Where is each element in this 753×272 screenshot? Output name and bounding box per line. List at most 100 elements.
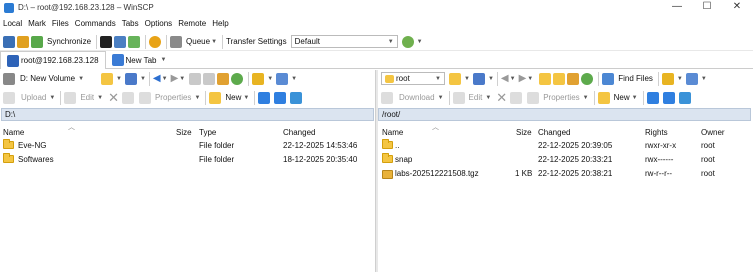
col-name[interactable]: Name [382, 128, 403, 137]
parent-dir-icon[interactable] [189, 72, 202, 85]
refresh-icon[interactable] [231, 72, 244, 85]
table-row[interactable]: .. 22-12-2025 20:39:05 rwxr-xr-x root [378, 139, 753, 153]
upload-button[interactable]: Upload ▼ [17, 90, 57, 106]
col-owner[interactable]: Owner [701, 128, 725, 137]
local-remote-icon[interactable] [3, 35, 15, 48]
chevron-down-icon[interactable]: ▼ [677, 76, 683, 82]
back-icon[interactable]: ◀ [153, 73, 161, 84]
local-drive-select[interactable]: D: New Volume ▼ [17, 72, 95, 85]
filter-select-icon[interactable] [678, 91, 691, 104]
menu-commands[interactable]: Commands [75, 19, 116, 28]
parent-dir-icon[interactable] [539, 72, 552, 85]
minus-icon[interactable] [274, 91, 287, 104]
compare-icon[interactable] [31, 35, 43, 48]
maximize-button[interactable]: ☐ [692, 0, 722, 16]
table-row[interactable]: Softwares File folder 18-12-2025 20:35:4… [0, 153, 375, 167]
back-icon[interactable]: ◀ [501, 73, 509, 84]
menu-local[interactable]: Local [3, 19, 22, 28]
tab-new[interactable]: New Tab ▼ [106, 52, 173, 69]
edit-button[interactable]: Edit ▼ [467, 90, 494, 106]
remote-dir-select[interactable]: root ▼ [381, 72, 445, 85]
chevron-down-icon[interactable]: ▼ [417, 39, 423, 45]
refresh-icon[interactable] [128, 35, 141, 48]
chevron-down-icon[interactable]: ▼ [267, 76, 273, 82]
plus-icon[interactable] [646, 91, 659, 104]
col-changed[interactable]: Changed [538, 128, 570, 137]
view-icon[interactable] [276, 72, 289, 85]
properties-button[interactable]: Properties ▼ [153, 90, 202, 106]
menu-mark[interactable]: Mark [28, 19, 46, 28]
chevron-down-icon[interactable]: ▼ [464, 76, 470, 82]
download-button[interactable]: Download ▼ [395, 90, 446, 106]
remote-column-headers: ︿ Name Size Changed Rights Owner [378, 124, 753, 139]
home-icon[interactable] [567, 72, 580, 85]
new-button[interactable]: New ▼ [612, 90, 640, 106]
find-files-button[interactable]: Find Files [616, 71, 655, 87]
root-dir-icon[interactable] [203, 72, 216, 85]
col-size[interactable]: Size [176, 128, 192, 137]
divider [642, 90, 644, 105]
close-button[interactable]: ✕ [722, 0, 752, 16]
tab-session[interactable]: root@192.168.23.128 [0, 51, 106, 69]
queue-button[interactable]: Queue ▼ [184, 34, 219, 50]
remote-panel: root ▼ ▼ ▼ ◀ ▼ ▶ ▼ Find Files ▼ ▼ Download ▼… [378, 70, 753, 272]
col-size[interactable]: Size [516, 128, 532, 137]
chevron-down-icon[interactable]: ▼ [179, 76, 185, 82]
col-type[interactable]: Type [199, 128, 216, 137]
transfer-settings-select[interactable]: Default ▼ [290, 35, 398, 48]
bookmarks-icon[interactable] [252, 72, 265, 85]
putty-icon[interactable] [114, 35, 127, 48]
delete-icon[interactable]: ✕ [108, 90, 119, 106]
chevron-down-icon[interactable]: ▼ [527, 76, 533, 82]
col-name[interactable]: Name [3, 128, 24, 137]
chevron-down-icon[interactable]: ▼ [162, 76, 168, 82]
filter-icon[interactable] [472, 72, 485, 85]
filter-icon[interactable] [124, 72, 137, 85]
filter-select-icon[interactable] [290, 91, 303, 104]
gear-icon[interactable] [149, 35, 162, 48]
col-rights[interactable]: Rights [645, 128, 668, 137]
table-row[interactable]: labs-202512221508.tgz 1 KB 22-12-2025 20… [378, 167, 753, 181]
sync-browse-icon[interactable] [17, 35, 29, 48]
chevron-down-icon[interactable]: ▼ [140, 76, 146, 82]
chevron-down-icon[interactable]: ▼ [510, 76, 516, 82]
root-dir-icon[interactable] [553, 72, 566, 85]
rename-icon[interactable] [121, 91, 134, 104]
menu-remote[interactable]: Remote [178, 19, 206, 28]
menu-help[interactable]: Help [212, 19, 228, 28]
file-type: File folder [199, 141, 235, 150]
file-owner: root [701, 141, 715, 150]
chevron-down-icon[interactable]: ▼ [116, 76, 122, 82]
properties-button[interactable]: Properties ▼ [541, 90, 590, 106]
window-title: D:\ – root@192.168.23.128 – WinSCP [18, 3, 154, 12]
synchronize-button[interactable]: Synchronize [45, 34, 93, 50]
file-name: snap [395, 155, 413, 164]
menu-tabs[interactable]: Tabs [122, 19, 139, 28]
chevron-down-icon[interactable]: ▼ [488, 76, 494, 82]
open-folder-icon[interactable] [101, 72, 113, 85]
chevron-down-icon[interactable]: ▼ [291, 76, 297, 82]
refresh-icon[interactable] [581, 72, 594, 85]
table-row[interactable]: snap 22-12-2025 20:33:21 rwx------ root [378, 153, 753, 167]
menu-options[interactable]: Options [145, 19, 173, 28]
plus-icon[interactable] [258, 91, 271, 104]
forward-icon[interactable]: ▶ [519, 73, 527, 84]
home-icon[interactable] [217, 72, 230, 85]
menu-files[interactable]: Files [52, 19, 69, 28]
console-icon[interactable] [100, 35, 113, 48]
forward-icon[interactable]: ▶ [171, 73, 179, 84]
minimize-button[interactable]: — [662, 0, 692, 16]
bookmarks-icon[interactable] [661, 72, 674, 85]
delete-icon[interactable]: ✕ [496, 90, 507, 106]
edit-button[interactable]: Edit ▼ [78, 90, 105, 106]
open-folder-icon[interactable] [449, 72, 461, 85]
edit-label: Edit [468, 93, 483, 102]
col-changed[interactable]: Changed [283, 128, 315, 137]
view-icon[interactable] [685, 72, 698, 85]
rename-icon[interactable] [510, 91, 523, 104]
new-button[interactable]: New ▼ [223, 90, 251, 106]
table-row[interactable]: Eve-NG File folder 22-12-2025 14:53:46 [0, 139, 375, 153]
chevron-down-icon[interactable]: ▼ [701, 76, 707, 82]
globe-icon[interactable] [401, 35, 414, 48]
minus-icon[interactable] [662, 91, 675, 104]
